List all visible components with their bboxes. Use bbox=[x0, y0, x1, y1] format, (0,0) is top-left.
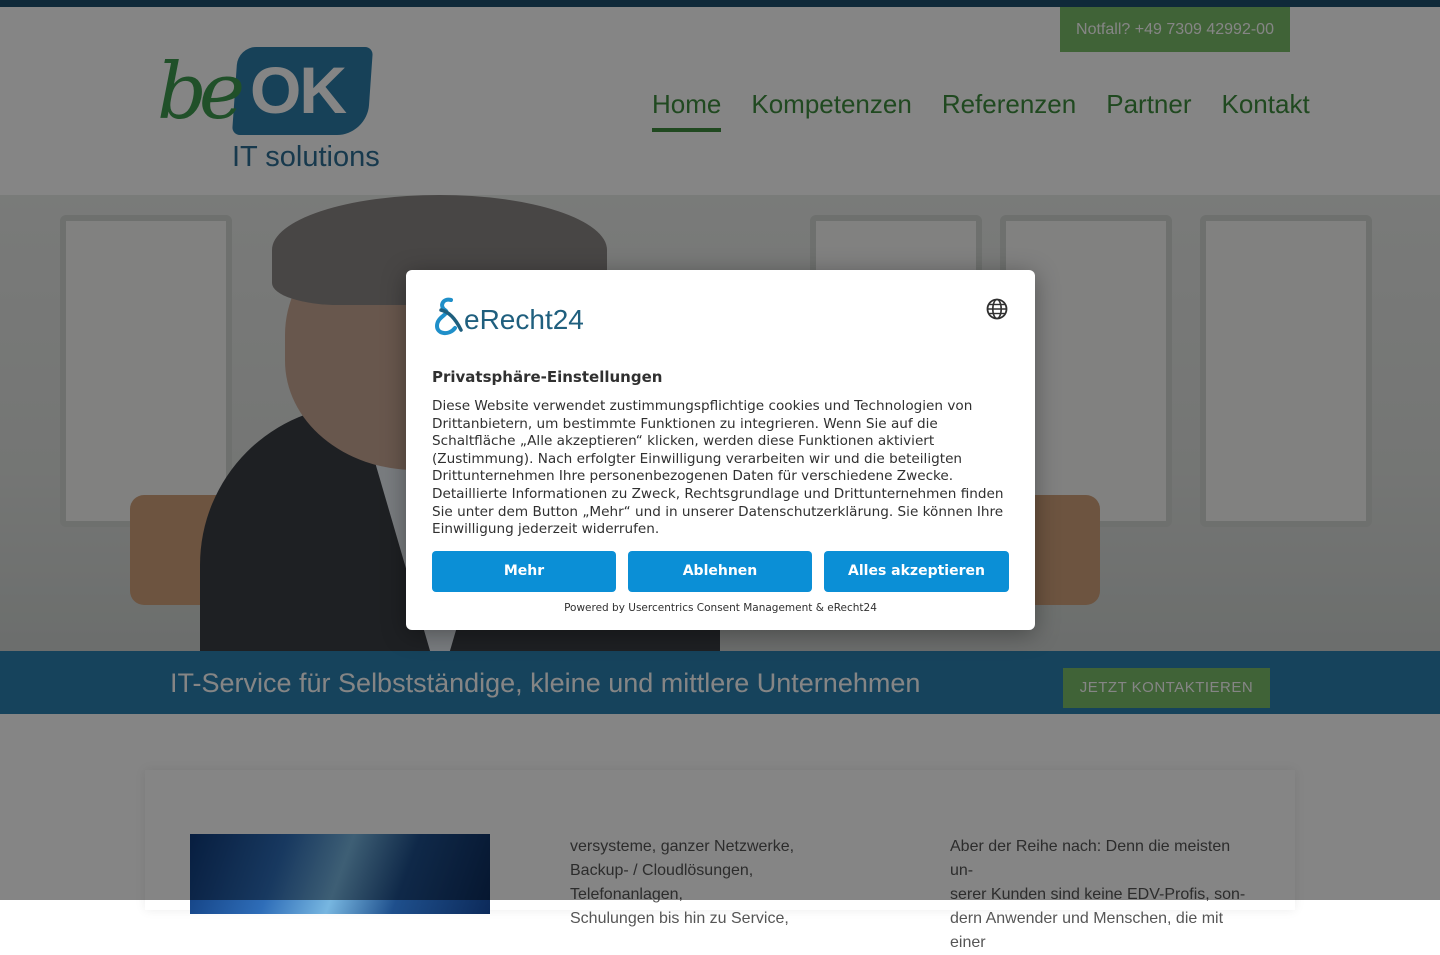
globe-icon[interactable] bbox=[985, 297, 1009, 321]
accept-all-button[interactable]: Alles akzeptieren bbox=[824, 551, 1009, 592]
content-line: Schulungen bis hin zu Service, bbox=[570, 910, 789, 927]
erecht24-brand-text: eRecht24 bbox=[464, 304, 584, 335]
consent-description: Diese Website verwendet zustimmungspflic… bbox=[432, 398, 1004, 538]
erecht24-logo-icon bbox=[434, 297, 463, 335]
more-button[interactable]: Mehr bbox=[432, 551, 616, 592]
powered-by-link[interactable]: Powered by Usercentrics Consent Manageme… bbox=[406, 602, 1035, 614]
consent-dialog: eRecht24 Privatsphäre-Einstellungen Dies… bbox=[406, 270, 1035, 630]
consent-title: Privatsphäre-Einstellungen bbox=[432, 368, 663, 386]
deny-button[interactable]: Ablehnen bbox=[628, 551, 812, 592]
content-line: dern Anwender und Menschen, die mit eine… bbox=[950, 910, 1224, 951]
